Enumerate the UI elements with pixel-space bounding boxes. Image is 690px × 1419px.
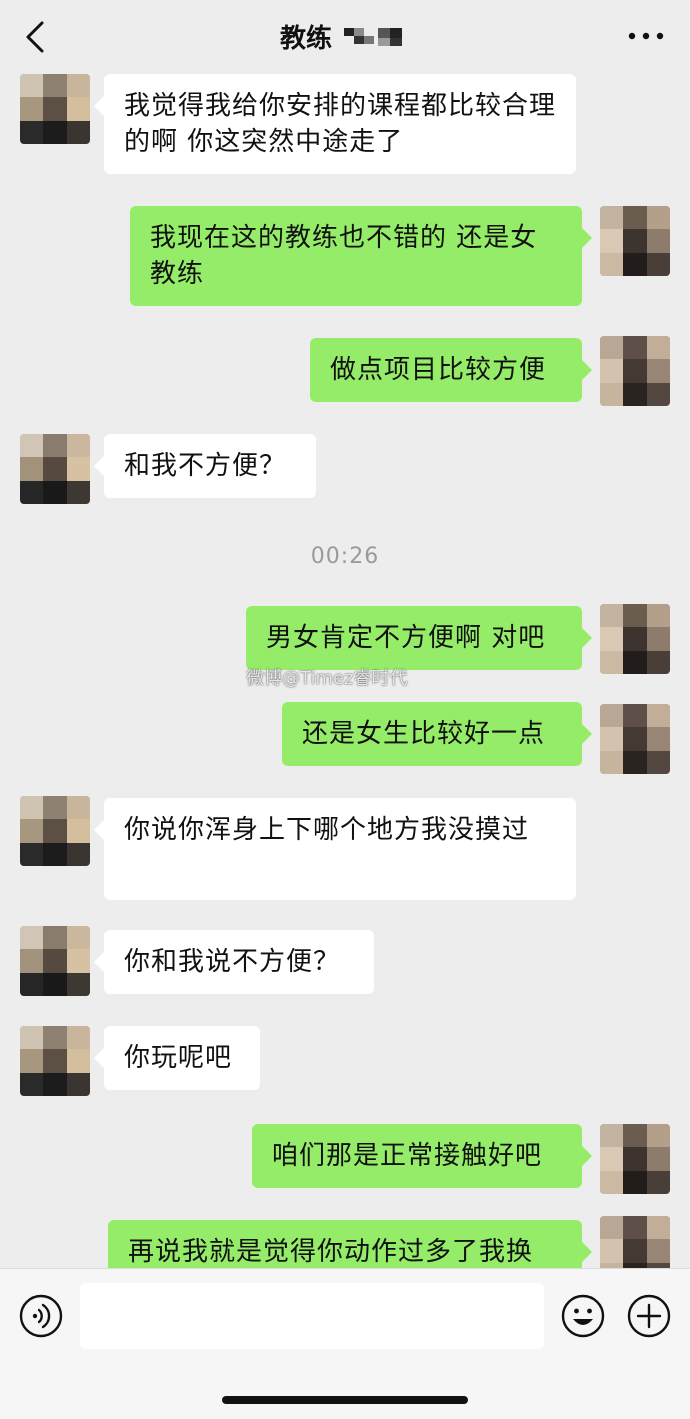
message-bubble-sent[interactable]: 还是女生比较好一点 [282, 702, 592, 766]
plus-icon [627, 1294, 671, 1338]
message-text: 做点项目比较方便 [330, 355, 547, 385]
message-text: 还是女生比较好一点 [302, 719, 546, 749]
weibo-watermark: 微博@Timez睿时代 [246, 668, 408, 689]
pixelated-avatar-user [600, 1124, 670, 1194]
user-avatar[interactable] [600, 604, 670, 674]
user-avatar[interactable] [600, 1124, 670, 1194]
message-bubble-sent[interactable]: 做点项目比较方便 [310, 338, 592, 402]
message-text: 你玩呢吧 [124, 1043, 233, 1073]
coach-avatar[interactable] [20, 1026, 90, 1096]
message-text: 男女肯定不方便啊 对吧 [266, 623, 546, 653]
more-dots-icon [628, 32, 664, 40]
message-bubble-sent[interactable]: 我现在这的教练也不错的 还是女教练 [130, 206, 592, 306]
emoji-icon [561, 1294, 605, 1338]
message-bubble-received[interactable]: 和我不方便？ [94, 434, 316, 498]
message-text: 你说你浑身上下哪个地方我没摸过 [124, 815, 530, 845]
pixelated-avatar-coach [20, 796, 90, 866]
pixelated-avatar-coach [20, 74, 90, 144]
pixelated-avatar-user [600, 206, 670, 276]
message-text-input[interactable] [80, 1283, 544, 1349]
message-text: 和我不方便？ [124, 451, 287, 481]
pixelated-avatar-user [600, 604, 670, 674]
coach-avatar[interactable] [20, 796, 90, 866]
pixelated-avatar-coach [20, 434, 90, 504]
pixelated-avatar-user [600, 704, 670, 774]
emoji-button[interactable] [560, 1293, 606, 1339]
user-avatar[interactable] [600, 704, 670, 774]
message-bubble-received[interactable]: 我觉得我给你安排的课程都比较合理的啊 你这突然中途走了 [94, 74, 576, 174]
coach-avatar[interactable] [20, 434, 90, 504]
pixelated-avatar-user [600, 336, 670, 406]
message-bubble-sent[interactable]: 咱们那是正常接触好吧 [252, 1124, 592, 1188]
user-avatar[interactable] [600, 336, 670, 406]
pixelated-avatar-user [600, 1216, 670, 1268]
pixelated-avatar-coach [20, 1026, 90, 1096]
chat-title: 教练 [0, 0, 690, 72]
message-text: 再说我就是觉得你动作过多了我换 [128, 1237, 534, 1267]
more-functions-button[interactable] [626, 1293, 672, 1339]
message-bubble-sent[interactable]: 男女肯定不方便啊 对吧 [246, 606, 592, 670]
voice-icon [19, 1294, 63, 1338]
message-bubble-received[interactable]: 你和我说不方便？ [94, 930, 374, 994]
message-text: 我觉得我给你安排的课程都比较合理的啊 你这突然中途走了 [124, 91, 557, 157]
message-text: 你和我说不方便？ [124, 947, 341, 977]
chat-message-list[interactable]: 我觉得我给你安排的课程都比较合理的啊 你这突然中途走了 我现在这的教练也不错的 … [0, 72, 690, 1268]
home-indicator[interactable] [222, 1396, 468, 1404]
message-text: 我现在这的教练也不错的 还是女教练 [150, 223, 538, 289]
user-avatar[interactable] [600, 206, 670, 276]
coach-avatar[interactable] [20, 926, 90, 996]
message-bubble-received[interactable]: 你玩呢吧 [94, 1026, 260, 1090]
message-text: 咱们那是正常接触好吧 [272, 1141, 543, 1171]
blurred-name-mosaic [344, 28, 402, 46]
more-options-button[interactable] [626, 24, 666, 48]
contact-name: 教练 [279, 23, 332, 54]
message-timestamp: 00:26 [310, 544, 380, 569]
coach-avatar[interactable] [20, 74, 90, 144]
message-bubble-received[interactable]: 你说你浑身上下哪个地方我没摸过 [94, 798, 576, 900]
message-bubble-sent[interactable]: 再说我就是觉得你动作过多了我换 [108, 1220, 592, 1268]
pixelated-avatar-coach [20, 926, 90, 996]
chat-header: 教练 [0, 0, 690, 72]
user-avatar[interactable] [600, 1216, 670, 1268]
voice-input-button[interactable] [18, 1293, 64, 1339]
